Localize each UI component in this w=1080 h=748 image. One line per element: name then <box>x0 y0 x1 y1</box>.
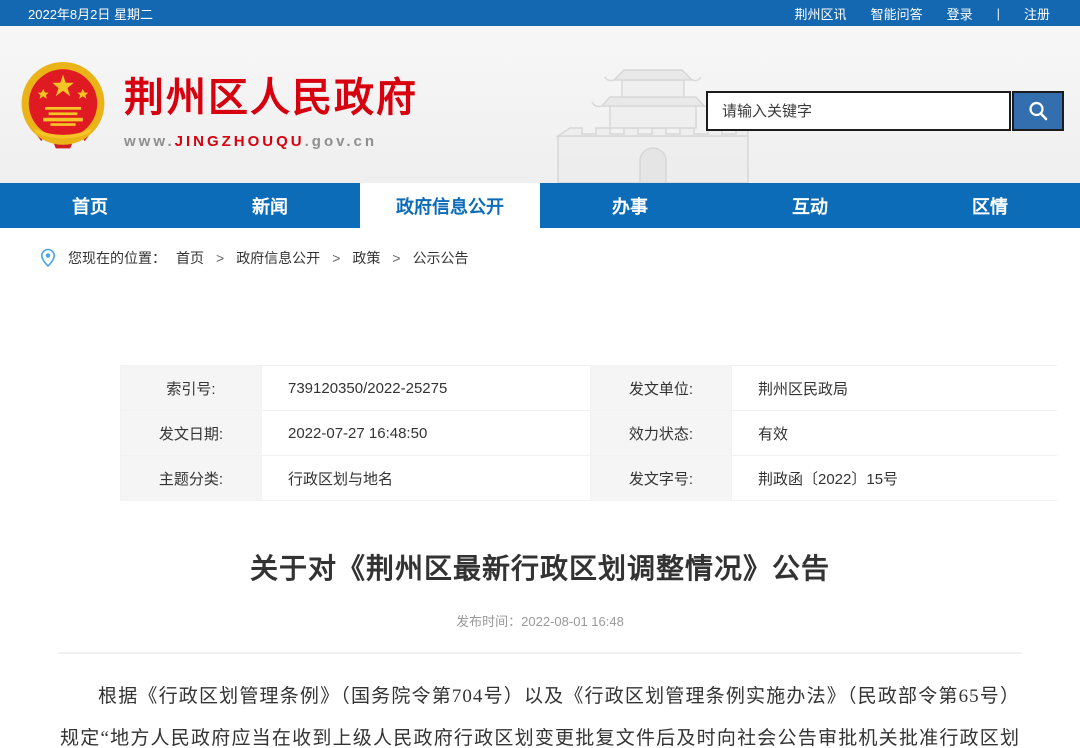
doc-issue-date-value: 2022-07-27 16:48:50 <box>262 411 590 455</box>
publish-time-value: 2022-08-01 16:48 <box>521 614 624 629</box>
nav-item-home[interactable]: 首页 <box>0 183 180 228</box>
doc-index-number-value: 739120350/2022-25275 <box>262 366 590 410</box>
breadcrumb-item-public-notice[interactable]: 公示公告 <box>413 248 469 268</box>
doc-topic-category-label: 主题分类: <box>121 456 261 500</box>
doc-reference-number-label: 发文字号: <box>591 456 731 500</box>
breadcrumb-item-gov-info[interactable]: 政府信息公开 <box>236 248 320 268</box>
topbar-divider: | <box>997 6 1000 21</box>
site-url-main: JINGZHOUQU <box>175 133 305 150</box>
nav-item-services[interactable]: 办事 <box>540 183 720 228</box>
site-url-prefix: www. <box>124 133 175 150</box>
site-logo-block[interactable]: 荆州区人民政府 www.JINGZHOUQU.gov.cn <box>18 60 418 154</box>
doc-validity-status-label: 效力状态: <box>591 411 731 455</box>
nav-item-news[interactable]: 新闻 <box>180 183 360 228</box>
site-title: 荆州区人民政府 <box>124 65 418 123</box>
topbar-link-register[interactable]: 注册 <box>1024 4 1050 23</box>
doc-reference-number-value: 荆政函〔2022〕15号 <box>732 456 1059 500</box>
breadcrumb-prefix: 您现在的位置： <box>68 248 166 268</box>
doc-issuing-unit-label: 发文单位: <box>591 366 731 410</box>
national-emblem-icon <box>18 60 108 154</box>
topbar-link-district-news[interactable]: 荆州区讯 <box>795 4 847 23</box>
doc-issuing-unit-value: 荆州区民政局 <box>732 366 1059 410</box>
site-url: www.JINGZHOUQU.gov.cn <box>124 133 418 150</box>
article-title: 关于对《荆州区最新行政区划调整情况》公告 <box>0 547 1080 587</box>
site-url-suffix: .gov.cn <box>305 133 377 150</box>
title-divider <box>58 652 1022 654</box>
doc-index-number-label: 索引号: <box>121 366 261 410</box>
breadcrumb-item-policy[interactable]: 政策 <box>352 248 380 268</box>
article-body-paragraph: 根据《行政区划管理条例》（国务院令第704号）以及《行政区划管理条例实施办法》（… <box>60 676 1020 748</box>
nav-item-interaction[interactable]: 互动 <box>720 183 900 228</box>
breadcrumb-separator: > <box>216 250 224 266</box>
document-info-table: 索引号: 739120350/2022-25275 发文单位: 荆州区民政局 发… <box>120 365 1057 501</box>
nav-item-gov-info-disclosure[interactable]: 政府信息公开 <box>360 183 540 228</box>
current-date: 2022年8月2日 星期二 <box>28 4 153 23</box>
site-header: 荆州区人民政府 www.JINGZHOUQU.gov.cn <box>0 26 1080 183</box>
breadcrumb-separator: > <box>392 250 400 266</box>
publish-time-line: 发布时间：2022-08-01 16:48 <box>0 611 1080 630</box>
topbar-link-login[interactable]: 登录 <box>947 4 973 23</box>
breadcrumb: 您现在的位置： 首页 > 政府信息公开 > 政策 > 公示公告 <box>0 228 1080 288</box>
topbar-link-smart-qa[interactable]: 智能问答 <box>871 4 923 23</box>
doc-topic-category-value: 行政区划与地名 <box>262 456 590 500</box>
search-input[interactable] <box>706 91 1011 131</box>
nav-item-district-overview[interactable]: 区情 <box>900 183 1080 228</box>
breadcrumb-separator: > <box>332 250 340 266</box>
site-identity: 荆州区人民政府 www.JINGZHOUQU.gov.cn <box>124 65 418 150</box>
location-pin-icon <box>40 248 56 268</box>
top-utility-bar: 2022年8月2日 星期二 荆州区讯 智能问答 登录 | 注册 <box>0 0 1080 26</box>
publish-time-label: 发布时间： <box>456 614 521 629</box>
search-icon <box>1027 100 1049 122</box>
main-navigation: 首页 新闻 政府信息公开 办事 互动 区情 <box>0 183 1080 228</box>
breadcrumb-item-home[interactable]: 首页 <box>176 248 204 268</box>
doc-issue-date-label: 发文日期: <box>121 411 261 455</box>
search-button[interactable] <box>1012 91 1064 131</box>
doc-validity-status-value: 有效 <box>732 411 1059 455</box>
topbar-links: 荆州区讯 智能问答 登录 | 注册 <box>795 4 1050 23</box>
site-search <box>706 91 1064 131</box>
